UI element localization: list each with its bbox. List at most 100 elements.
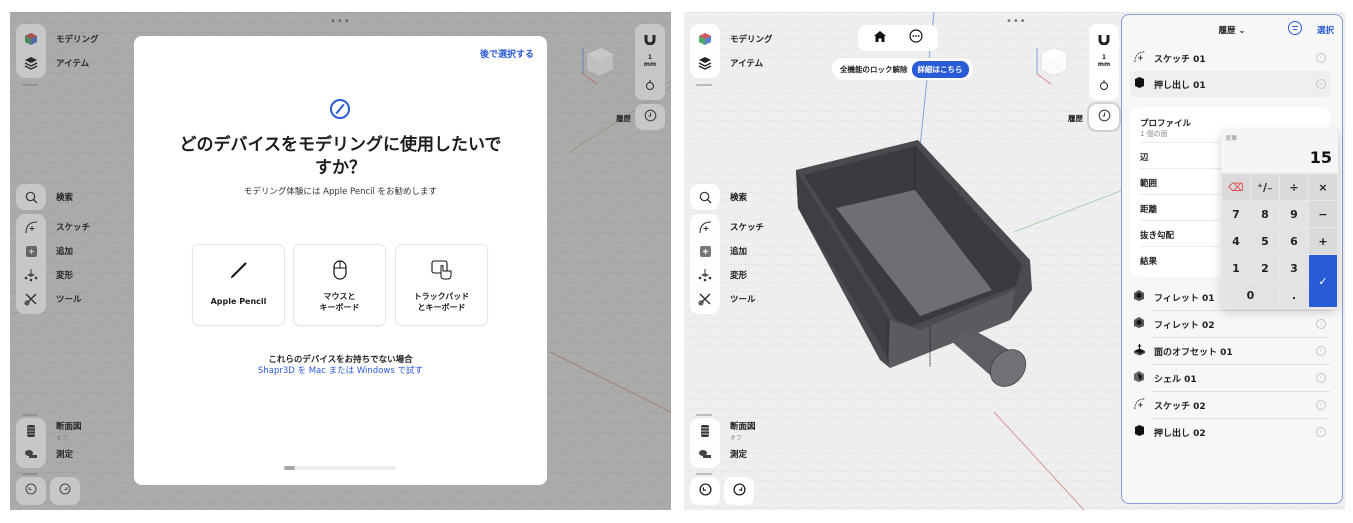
digit-5-key[interactable]: 5 bbox=[1251, 228, 1279, 254]
try-on-desktop-link[interactable]: Shapr3D を Mac または Windows で試す bbox=[134, 364, 547, 376]
tools-icon bbox=[690, 287, 720, 311]
magnet-icon[interactable] bbox=[1089, 28, 1119, 48]
chevron-down-icon[interactable]: ⌄ bbox=[1316, 79, 1326, 89]
sidebar-item-add[interactable]: 追加 bbox=[690, 239, 747, 263]
undo-button[interactable] bbox=[690, 477, 720, 505]
unit-value: 1 bbox=[1101, 54, 1107, 61]
undo-icon bbox=[698, 482, 712, 500]
key-label: 2 bbox=[1261, 261, 1269, 275]
chevron-right-icon[interactable]: › bbox=[1316, 346, 1326, 356]
decimal-key[interactable]: . bbox=[1280, 282, 1308, 308]
digit-7-key[interactable]: 7 bbox=[1222, 201, 1250, 227]
sidebar-label: ツール bbox=[730, 295, 756, 305]
redo-button[interactable] bbox=[724, 477, 754, 505]
modeling-cube-icon bbox=[690, 27, 720, 51]
backspace-key[interactable]: ⌫ bbox=[1222, 174, 1250, 200]
layers-icon bbox=[690, 51, 720, 75]
device-option-trackpad-keyboard[interactable]: トラックパッド とキーボード bbox=[396, 245, 487, 325]
property-label: 結果 bbox=[1140, 257, 1158, 267]
key-label: ÷ bbox=[1289, 180, 1299, 194]
digit-6-key[interactable]: 6 bbox=[1280, 228, 1308, 254]
digit-2-key[interactable]: 2 bbox=[1251, 255, 1279, 281]
digit-0-key[interactable]: 0 bbox=[1222, 282, 1279, 308]
property-label: 距離 bbox=[1140, 205, 1158, 215]
history-label: 履歴 bbox=[1068, 114, 1083, 123]
learn-more-button[interactable]: 詳細はこちら bbox=[911, 60, 969, 78]
choose-later-link[interactable]: 後で選択する bbox=[480, 47, 534, 60]
pencil-icon bbox=[193, 259, 284, 281]
device-option-apple-pencil[interactable]: Apple Pencil bbox=[193, 245, 284, 325]
sidebar-label: 測定 bbox=[730, 450, 748, 460]
checkmark-icon: ✓ bbox=[1318, 274, 1328, 288]
units-button[interactable]: 1 mm bbox=[1089, 51, 1119, 71]
key-label: 4 bbox=[1232, 234, 1240, 248]
home-icon bbox=[873, 30, 887, 47]
sidebar-item-section-view[interactable]: 断面図 オフ bbox=[690, 419, 756, 443]
sign-toggle-key[interactable]: ⁺∕₋ bbox=[1251, 174, 1279, 200]
multiply-key[interactable]: × bbox=[1309, 174, 1337, 200]
history-item[interactable]: 押し出し 02 › bbox=[1130, 419, 1330, 445]
history-item-selected[interactable]: 押し出し 01 ⌄ bbox=[1130, 71, 1330, 97]
chevron-right-icon[interactable]: › bbox=[1316, 400, 1326, 410]
chevron-right-icon[interactable]: › bbox=[1316, 373, 1326, 383]
offset-face-icon bbox=[1130, 343, 1148, 359]
sidebar-item-sketch[interactable]: スケッチ bbox=[690, 215, 764, 239]
shell-icon bbox=[1130, 370, 1148, 386]
confirm-key[interactable]: ✓ bbox=[1309, 255, 1337, 307]
history-item[interactable]: スケッチ 01 › bbox=[1130, 45, 1330, 71]
history-title-dropdown[interactable]: 履歴 ⌄ bbox=[1122, 24, 1342, 36]
digit-8-key[interactable]: 8 bbox=[1251, 201, 1279, 227]
digit-4-key[interactable]: 4 bbox=[1222, 228, 1250, 254]
sidebar-item-search[interactable]: 検索 bbox=[690, 185, 747, 209]
history-button[interactable] bbox=[1089, 104, 1119, 130]
device-option-mouse-keyboard[interactable]: マウスと キーボード bbox=[294, 245, 385, 325]
transform-icon bbox=[690, 263, 720, 287]
divide-key[interactable]: ÷ bbox=[1280, 174, 1308, 200]
key-label: − bbox=[1318, 207, 1328, 221]
digit-9-key[interactable]: 9 bbox=[1280, 201, 1308, 227]
extrude-icon bbox=[1130, 424, 1148, 440]
sidebar-item-measure[interactable]: 測定 bbox=[690, 442, 747, 466]
device-label: Apple Pencil bbox=[210, 297, 267, 306]
window-grabber[interactable]: ••• bbox=[1006, 16, 1027, 27]
sidebar-label: アイテム bbox=[730, 59, 764, 69]
snap-units-rail: 1 mm bbox=[1089, 24, 1119, 100]
3d-model-view[interactable] bbox=[760, 130, 1080, 420]
filter-icon[interactable] bbox=[1288, 21, 1302, 35]
trackpad-icon bbox=[396, 259, 487, 281]
section-view-icon bbox=[690, 419, 720, 443]
device-label: マウスと キーボード bbox=[319, 292, 360, 312]
sidebar-item-tools[interactable]: ツール bbox=[690, 287, 756, 311]
onboarding-screen: ••• モデリング アイテム 検索 スケッチ 追加 変形 ツール 断面図 オフ … bbox=[10, 12, 671, 510]
more-button[interactable] bbox=[906, 29, 926, 47]
key-label: + bbox=[1318, 234, 1328, 248]
sidebar-item-transform[interactable]: 変形 bbox=[690, 263, 747, 287]
home-button[interactable] bbox=[870, 29, 890, 47]
chevron-right-icon[interactable]: › bbox=[1316, 319, 1326, 329]
clock-icon bbox=[1098, 109, 1111, 126]
history-item[interactable]: スケッチ 02 › bbox=[1130, 392, 1330, 418]
plus-key[interactable]: + bbox=[1309, 228, 1337, 254]
sidebar-label: スケッチ bbox=[730, 223, 765, 233]
extruded-box-model bbox=[796, 140, 1032, 387]
keypad-value[interactable]: 15 bbox=[1310, 148, 1332, 167]
digit-3-key[interactable]: 3 bbox=[1280, 255, 1308, 281]
history-item[interactable]: 面のオフセット 01 › bbox=[1130, 338, 1330, 364]
section-label: 断面図 bbox=[730, 422, 756, 432]
more-icon bbox=[909, 29, 923, 47]
history-item-name: スケッチ 02 bbox=[1154, 401, 1206, 412]
sidebar-item-modeling[interactable]: モデリング bbox=[690, 27, 773, 51]
history-item[interactable]: フィレット 02 › bbox=[1130, 311, 1330, 337]
view-cube[interactable] bbox=[1029, 42, 1073, 86]
history-item[interactable]: シェル 01 › bbox=[1130, 365, 1330, 391]
chevron-right-icon[interactable]: › bbox=[1316, 53, 1326, 63]
perspective-icon[interactable] bbox=[1089, 74, 1119, 96]
key-label: 8 bbox=[1261, 207, 1269, 221]
minus-key[interactable]: − bbox=[1309, 201, 1337, 227]
sidebar-item-items[interactable]: アイテム bbox=[690, 51, 763, 75]
mouse-icon bbox=[294, 259, 385, 281]
digit-1-key[interactable]: 1 bbox=[1222, 255, 1250, 281]
select-button[interactable]: 選択 bbox=[1317, 24, 1334, 36]
chevron-right-icon[interactable]: › bbox=[1316, 427, 1326, 437]
key-label: 9 bbox=[1290, 207, 1298, 221]
